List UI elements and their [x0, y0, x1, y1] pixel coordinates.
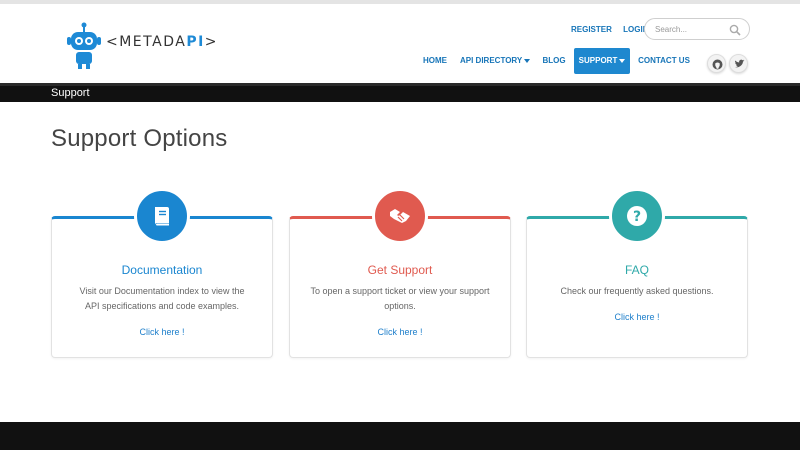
documentation-link[interactable]: Click here ! [52, 327, 272, 337]
faq-link[interactable]: Click here ! [527, 312, 747, 322]
main-nav: HOME API DIRECTORY BLOG SUPPORT CONTACT … [0, 48, 800, 78]
register-link[interactable]: REGISTER [571, 25, 612, 34]
nav-home-label: HOME [423, 56, 447, 65]
nav-blog[interactable]: BLOG [538, 48, 570, 74]
faq-icon-circle: ? [609, 188, 665, 244]
nav-support[interactable]: SUPPORT [574, 48, 630, 74]
faq-card: ? FAQ Check our frequently asked questio… [526, 188, 748, 358]
documentation-icon-circle [134, 188, 190, 244]
nav-api-directory[interactable]: API DIRECTORY [460, 48, 531, 74]
chevron-down-icon [619, 58, 626, 63]
nav-contact-us-label: CONTACT US [638, 56, 690, 65]
nav-home[interactable]: HOME [418, 48, 452, 74]
get-support-description: To open a support ticket or view your su… [310, 286, 490, 311]
nav-support-label: SUPPORT [578, 56, 618, 65]
svg-text:?: ? [633, 209, 641, 225]
nav-blog-label: BLOG [542, 56, 566, 65]
book-icon [155, 207, 169, 226]
documentation-card: Documentation Visit our Documentation in… [51, 188, 273, 358]
search-icon[interactable] [729, 23, 741, 41]
github-icon [712, 59, 723, 70]
handshake-icon [390, 209, 410, 223]
documentation-title: Documentation [121, 263, 203, 277]
search-box [644, 18, 750, 40]
breadcrumb-current: Support [51, 87, 90, 99]
page-title: Support Options [51, 125, 228, 152]
faq-title: FAQ [624, 263, 649, 277]
get-support-link[interactable]: Click here ! [290, 327, 510, 337]
documentation-description: Visit our Documentation index to view th… [79, 286, 245, 311]
nav-api-directory-label: API DIRECTORY [460, 56, 523, 65]
github-button[interactable] [707, 54, 726, 73]
get-support-card: Get Support To open a support ticket or … [289, 188, 511, 358]
get-support-icon-circle [372, 188, 428, 244]
twitter-icon [735, 59, 745, 68]
get-support-title: Get Support [367, 263, 433, 277]
site-footer [0, 422, 800, 450]
twitter-button[interactable] [729, 54, 748, 73]
search-input[interactable] [655, 22, 731, 36]
faq-description: Check our frequently asked questions. [560, 286, 714, 296]
breadcrumb: Support [0, 83, 800, 102]
nav-contact-us[interactable]: CONTACT US [634, 48, 694, 74]
site-header: <METADAPI> REGISTER LOGIN HOME API DIREC… [0, 4, 800, 83]
chevron-down-icon [524, 58, 531, 63]
question-icon: ? [627, 206, 647, 226]
